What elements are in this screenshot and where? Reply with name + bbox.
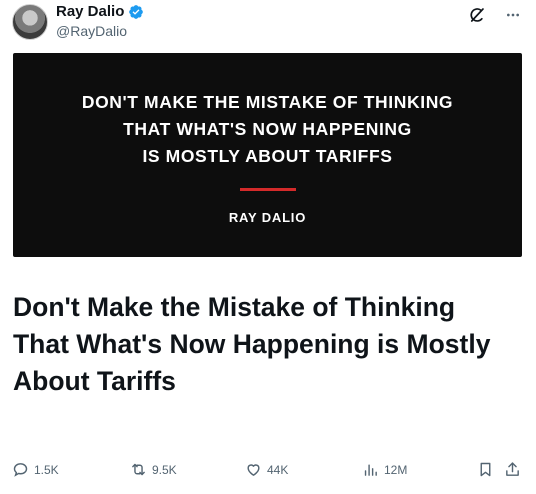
like-icon — [247, 464, 260, 476]
verified-badge-icon — [129, 4, 144, 19]
author-name-row: Ray Dalio — [56, 3, 144, 20]
post-header: Ray Dalio @RayDalio — [12, 2, 524, 46]
bookmark-icon — [480, 462, 491, 477]
like-button[interactable]: 44K — [245, 461, 288, 478]
bookmark-button[interactable] — [477, 461, 494, 478]
quote-attribution: RAY DALIO — [228, 210, 307, 225]
quote-line: IS MOSTLY ABOUT TARIFFS — [142, 146, 393, 166]
share-icon — [506, 462, 519, 476]
repost-count: 9.5K — [152, 462, 177, 477]
quote-text-block: DON'T MAKE THE MISTAKE OF THINKING THAT … — [82, 89, 453, 170]
author-display-name[interactable]: Ray Dalio — [56, 3, 124, 20]
reply-icon — [13, 463, 28, 477]
avatar[interactable] — [12, 4, 48, 40]
grok-icon[interactable] — [466, 4, 488, 26]
action-bar: 1.5K 9.5K 44K 12M — [12, 457, 524, 485]
more-icon[interactable] — [502, 4, 524, 26]
quote-image[interactable]: DON'T MAKE THE MISTAKE OF THINKING THAT … — [13, 53, 522, 257]
views-icon — [364, 464, 377, 476]
quote-line: THAT WHAT'S NOW HAPPENING — [123, 119, 412, 139]
reply-button[interactable]: 1.5K — [12, 461, 59, 478]
post-headline: Don't Make the Mistake of Thinking That … — [13, 292, 491, 396]
author-handle[interactable]: @RayDalio — [56, 23, 127, 39]
repost-button[interactable]: 9.5K — [130, 461, 177, 478]
header-actions — [466, 4, 524, 26]
repost-icon — [132, 463, 145, 476]
share-button[interactable] — [504, 461, 521, 478]
reply-count: 1.5K — [34, 462, 59, 477]
red-divider — [239, 188, 296, 191]
like-count: 44K — [267, 462, 289, 477]
views-count: 12M — [384, 462, 408, 477]
quote-line: DON'T MAKE THE MISTAKE OF THINKING — [81, 92, 454, 112]
views-button[interactable]: 12M — [362, 461, 407, 478]
